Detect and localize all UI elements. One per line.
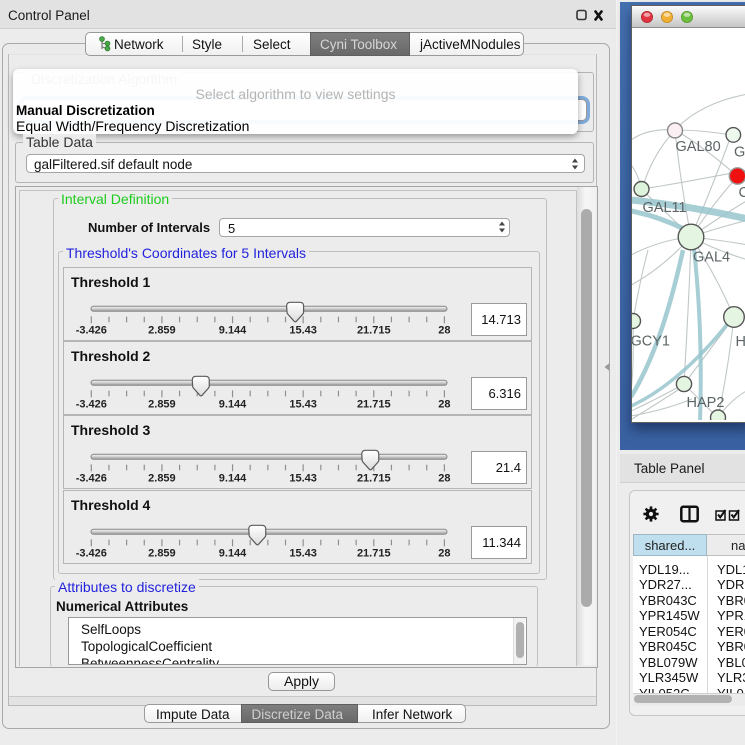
svg-text:GA: GA [734,145,745,161]
svg-text:2.859: 2.859 [148,325,176,337]
svg-text:GAL11: GAL11 [643,200,687,216]
svg-text:9.144: 9.144 [219,547,247,559]
svg-text:HAP2: HAP2 [687,395,725,411]
svg-text:28: 28 [438,399,450,411]
svg-text:21.715: 21.715 [357,547,391,559]
svg-text:21.715: 21.715 [357,473,391,485]
svg-text:15.43: 15.43 [289,399,317,411]
svg-text:15.43: 15.43 [289,325,317,337]
svg-text:-3.426: -3.426 [76,473,107,485]
svg-text:-3.426: -3.426 [76,399,107,411]
svg-text:2.859: 2.859 [148,399,176,411]
svg-text:28: 28 [438,547,450,559]
svg-text:21.715: 21.715 [357,325,391,337]
svg-text:28: 28 [438,325,450,337]
svg-text:15.43: 15.43 [289,473,317,485]
svg-text:9.144: 9.144 [219,325,247,337]
svg-text:H: H [736,334,745,350]
svg-text:2.859: 2.859 [148,547,176,559]
svg-text:GAL80: GAL80 [676,139,721,155]
svg-text:-3.426: -3.426 [76,325,107,337]
svg-text:2.859: 2.859 [148,473,176,485]
svg-text:21.715: 21.715 [357,399,391,411]
svg-text:GCY1: GCY1 [632,334,670,350]
svg-text:CY: CY [739,185,745,201]
svg-text:9.144: 9.144 [219,399,247,411]
svg-text:15.43: 15.43 [289,547,317,559]
svg-text:28: 28 [438,473,450,485]
svg-text:GAL4: GAL4 [693,250,730,266]
svg-text:-3.426: -3.426 [76,547,107,559]
svg-text:9.144: 9.144 [219,473,247,485]
